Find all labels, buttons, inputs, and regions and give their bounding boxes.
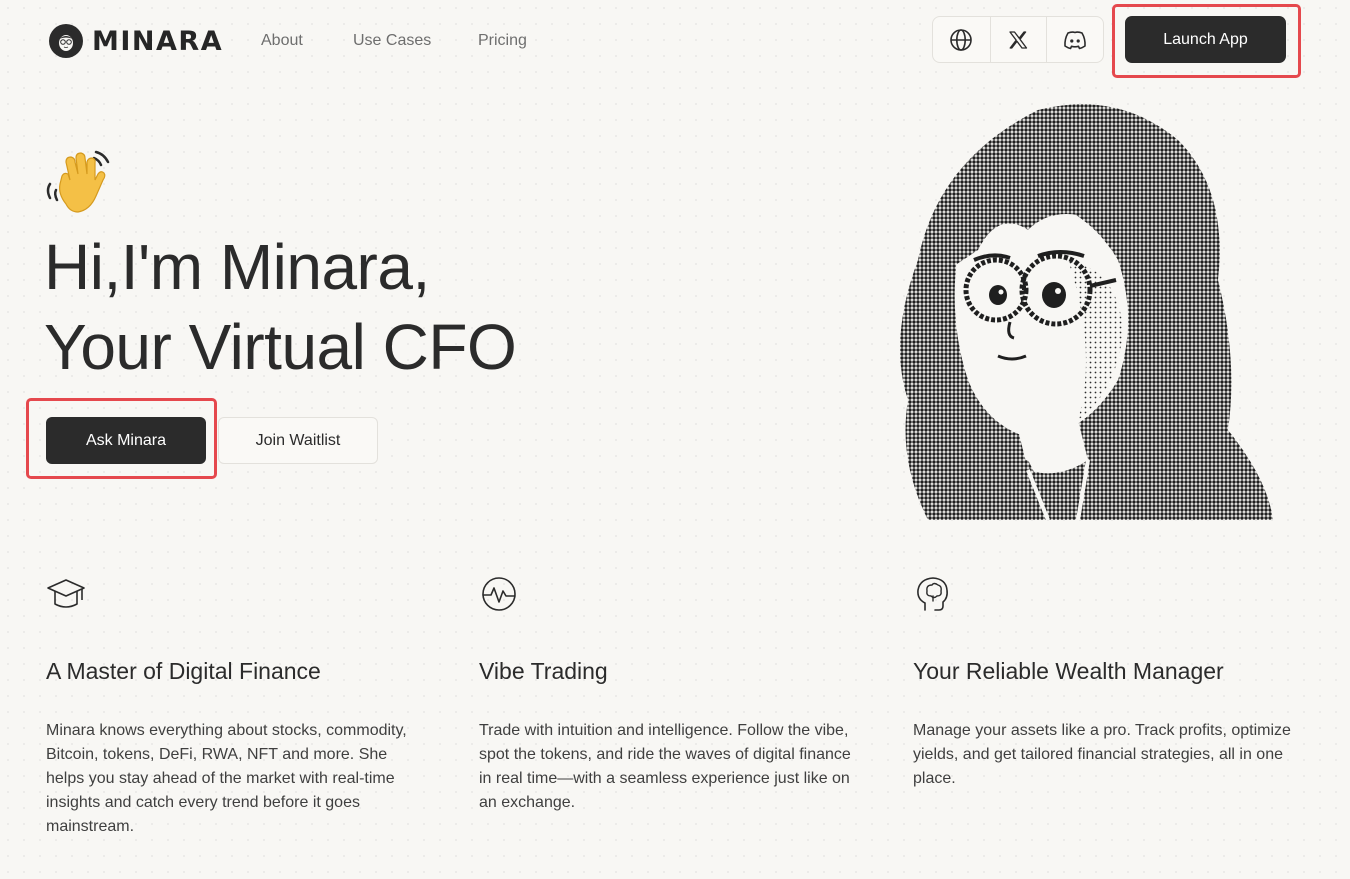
x-link-button[interactable] [989, 17, 1047, 62]
brand-name: MINARA [92, 25, 224, 57]
nav-pricing[interactable]: Pricing [478, 31, 527, 51]
discord-link-button[interactable] [1046, 17, 1103, 62]
nav-use-cases[interactable]: Use Cases [353, 31, 431, 51]
brand-logo[interactable]: MINARA [48, 20, 223, 62]
brain-head-icon [917, 577, 948, 611]
minara-avatar-icon [49, 24, 83, 58]
ask-minara-button[interactable]: Ask Minara [46, 417, 206, 464]
hero-heading-line-2: Your Virtual CFO [44, 311, 517, 383]
join-waitlist-button[interactable]: Join Waitlist [218, 417, 378, 464]
feature-digital-finance: A Master of Digital Finance Minara knows… [46, 574, 426, 839]
hero-heading-line-1: Hi,I'm Minara, [44, 231, 430, 303]
feature-description: Manage your assets like a pro. Track pro… [913, 722, 1291, 787]
feature-title: Your Reliable Wealth Manager [913, 658, 1224, 684]
feature-title: A Master of Digital Finance [46, 658, 321, 684]
graduation-cap-icon [47, 579, 85, 608]
feature-title: Vibe Trading [479, 658, 608, 684]
feature-wealth-manager: Your Reliable Wealth Manager Manage your… [913, 574, 1293, 791]
waving-hand-icon [46, 150, 110, 213]
minara-portrait-illustration [900, 104, 1273, 520]
feature-description: Trade with intuition and intelligence. F… [479, 722, 851, 811]
discord-icon [1064, 30, 1087, 49]
social-icon-group [932, 16, 1104, 63]
nav-about[interactable]: About [261, 31, 303, 51]
launch-app-button[interactable]: Launch App [1125, 16, 1286, 63]
language-button[interactable] [933, 17, 990, 62]
feature-vibe-trading: Vibe Trading Trade with intuition and in… [479, 574, 859, 815]
hero-heading: Hi,I'm Minara, Your Virtual CFO [44, 227, 517, 387]
feature-description: Minara knows everything about stocks, co… [46, 722, 407, 835]
pulse-icon [482, 577, 516, 611]
globe-icon [950, 28, 973, 51]
x-icon [1009, 30, 1028, 49]
